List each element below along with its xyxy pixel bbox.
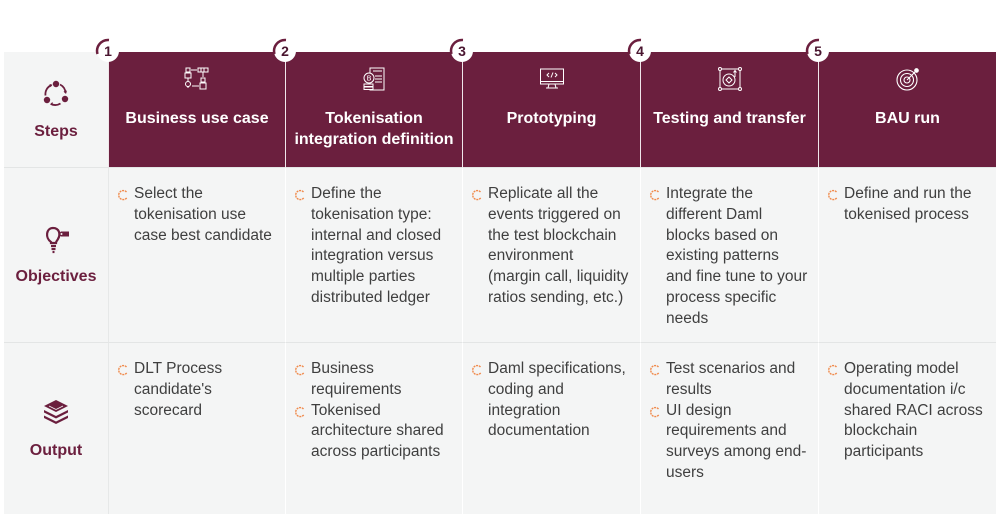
process-flow-icon bbox=[184, 67, 209, 90]
step-title: Business use case bbox=[125, 110, 269, 127]
monitor-code-icon bbox=[539, 68, 564, 89]
step-header: Business use case bbox=[108, 52, 285, 167]
step-title: Tokenisation integration definition bbox=[294, 110, 454, 148]
bullet-spinner-icon bbox=[650, 406, 660, 417]
bullet-spinner-icon bbox=[828, 189, 838, 201]
step-title: Testing and transfer bbox=[653, 110, 806, 127]
bullet-spinner-icon bbox=[828, 364, 838, 376]
output-cell: Business requirements Tokenised architect… bbox=[285, 342, 462, 514]
row-label-output: Output bbox=[4, 342, 108, 514]
list-item: Test scenarios and results bbox=[649, 359, 808, 401]
row-label-objectives: Objectives bbox=[4, 167, 108, 342]
step-number-badge: 2 bbox=[272, 38, 296, 62]
step-header: B Tokenisation integration definition bbox=[285, 52, 462, 167]
step-header: BAU run bbox=[818, 52, 996, 167]
row-label-text: Steps bbox=[34, 122, 78, 140]
step-number-badge: 4 bbox=[627, 38, 651, 62]
step-number-badge: 5 bbox=[805, 38, 829, 62]
step-number: 5 bbox=[814, 43, 822, 59]
list-item: UI design requirements and surveys among… bbox=[649, 401, 808, 484]
list-item: DLT Process candidate's scorecard bbox=[117, 359, 275, 421]
target-frame-icon bbox=[717, 67, 742, 91]
bullet-spinner-icon bbox=[295, 189, 305, 201]
list-item-text: Integrate the different Daml blocks base… bbox=[666, 185, 808, 327]
bullet-spinner-icon bbox=[650, 364, 660, 376]
row-label-text: Output bbox=[29, 441, 83, 459]
list-item: Replicate all the events triggered on th… bbox=[471, 184, 630, 309]
list-item-text: Tokenised architecture shared across par… bbox=[311, 401, 444, 461]
cycle-arrows-icon bbox=[43, 80, 69, 106]
lightbulb-tag-icon bbox=[46, 226, 69, 254]
step-number-badge: 3 bbox=[449, 38, 473, 62]
bullet-spinner-icon bbox=[650, 189, 660, 201]
objectives-cell: Define the tokenisation type: internal a… bbox=[285, 167, 462, 342]
list-item-text: Define the tokenisation type: internal a… bbox=[311, 185, 442, 306]
objectives-cell: Replicate all the events triggered on th… bbox=[462, 167, 640, 342]
step-header: Prototyping bbox=[462, 52, 640, 167]
bullet-spinner-icon bbox=[472, 364, 482, 376]
list-item-text: Select the tokenisation use case best ca… bbox=[134, 185, 272, 244]
list-item: Operating model documentation i/c shared… bbox=[827, 359, 986, 463]
list-item-text: Replicate all the events triggered on th… bbox=[488, 185, 629, 306]
list-item-text: Operating model documentation i/c shared… bbox=[844, 360, 983, 461]
output-cell: DLT Process candidate's scorecard bbox=[108, 342, 285, 514]
step-number: 2 bbox=[281, 43, 289, 59]
list-item-text: UI design requirements and surveys among… bbox=[666, 401, 807, 481]
output-cell: Test scenarios and results UI design requ… bbox=[640, 342, 818, 514]
bullet-spinner-icon bbox=[472, 189, 482, 201]
bitcoin-document-icon: B bbox=[363, 67, 385, 91]
list-item-text: Define and run the tokenised process bbox=[844, 185, 972, 223]
list-item: Business requirements bbox=[294, 359, 452, 401]
list-item: Daml specifications, coding and integrat… bbox=[471, 359, 630, 442]
bullet-spinner-icon bbox=[295, 406, 305, 417]
objectives-cell: Integrate the different Daml blocks base… bbox=[640, 167, 818, 342]
step-number-badge: 1 bbox=[95, 38, 119, 62]
output-cell: Operating model documentation i/c shared… bbox=[818, 342, 996, 514]
objectives-cell: Select the tokenisation use case best ca… bbox=[108, 167, 285, 342]
list-item: Define and run the tokenised process bbox=[827, 184, 986, 226]
row-label-text: Objectives bbox=[15, 268, 97, 285]
process-table: Steps Business use case B Tokenisation i… bbox=[4, 52, 996, 514]
bullet-spinner-icon bbox=[295, 364, 305, 376]
stacked-layers-icon bbox=[44, 399, 68, 424]
svg-text:B: B bbox=[367, 75, 372, 83]
list-item-text: DLT Process candidate's scorecard bbox=[134, 360, 223, 419]
step-title: BAU run bbox=[875, 110, 940, 127]
bullet-spinner-icon bbox=[118, 189, 128, 201]
list-item-text: Daml specifications, coding and integrat… bbox=[488, 360, 626, 440]
list-item: Tokenised architecture shared across par… bbox=[294, 401, 452, 463]
output-cell: Daml specifications, coding and integrat… bbox=[462, 342, 640, 514]
step-number: 4 bbox=[636, 43, 644, 59]
step-header: Testing and transfer bbox=[640, 52, 818, 167]
objectives-cell: Define and run the tokenised process bbox=[818, 167, 996, 342]
row-label-steps: Steps bbox=[4, 52, 108, 167]
list-item: Integrate the different Daml blocks base… bbox=[649, 184, 808, 330]
bullet-spinner-icon bbox=[118, 364, 128, 376]
list-item-text: Business requirements bbox=[311, 360, 402, 398]
step-number: 3 bbox=[458, 43, 466, 59]
list-item-text: Test scenarios and results bbox=[666, 360, 796, 398]
bullseye-icon bbox=[895, 68, 919, 91]
list-item: Select the tokenisation use case best ca… bbox=[117, 184, 275, 246]
step-number: 1 bbox=[104, 43, 112, 59]
list-item: Define the tokenisation type: internal a… bbox=[294, 184, 452, 309]
step-title: Prototyping bbox=[506, 110, 597, 127]
